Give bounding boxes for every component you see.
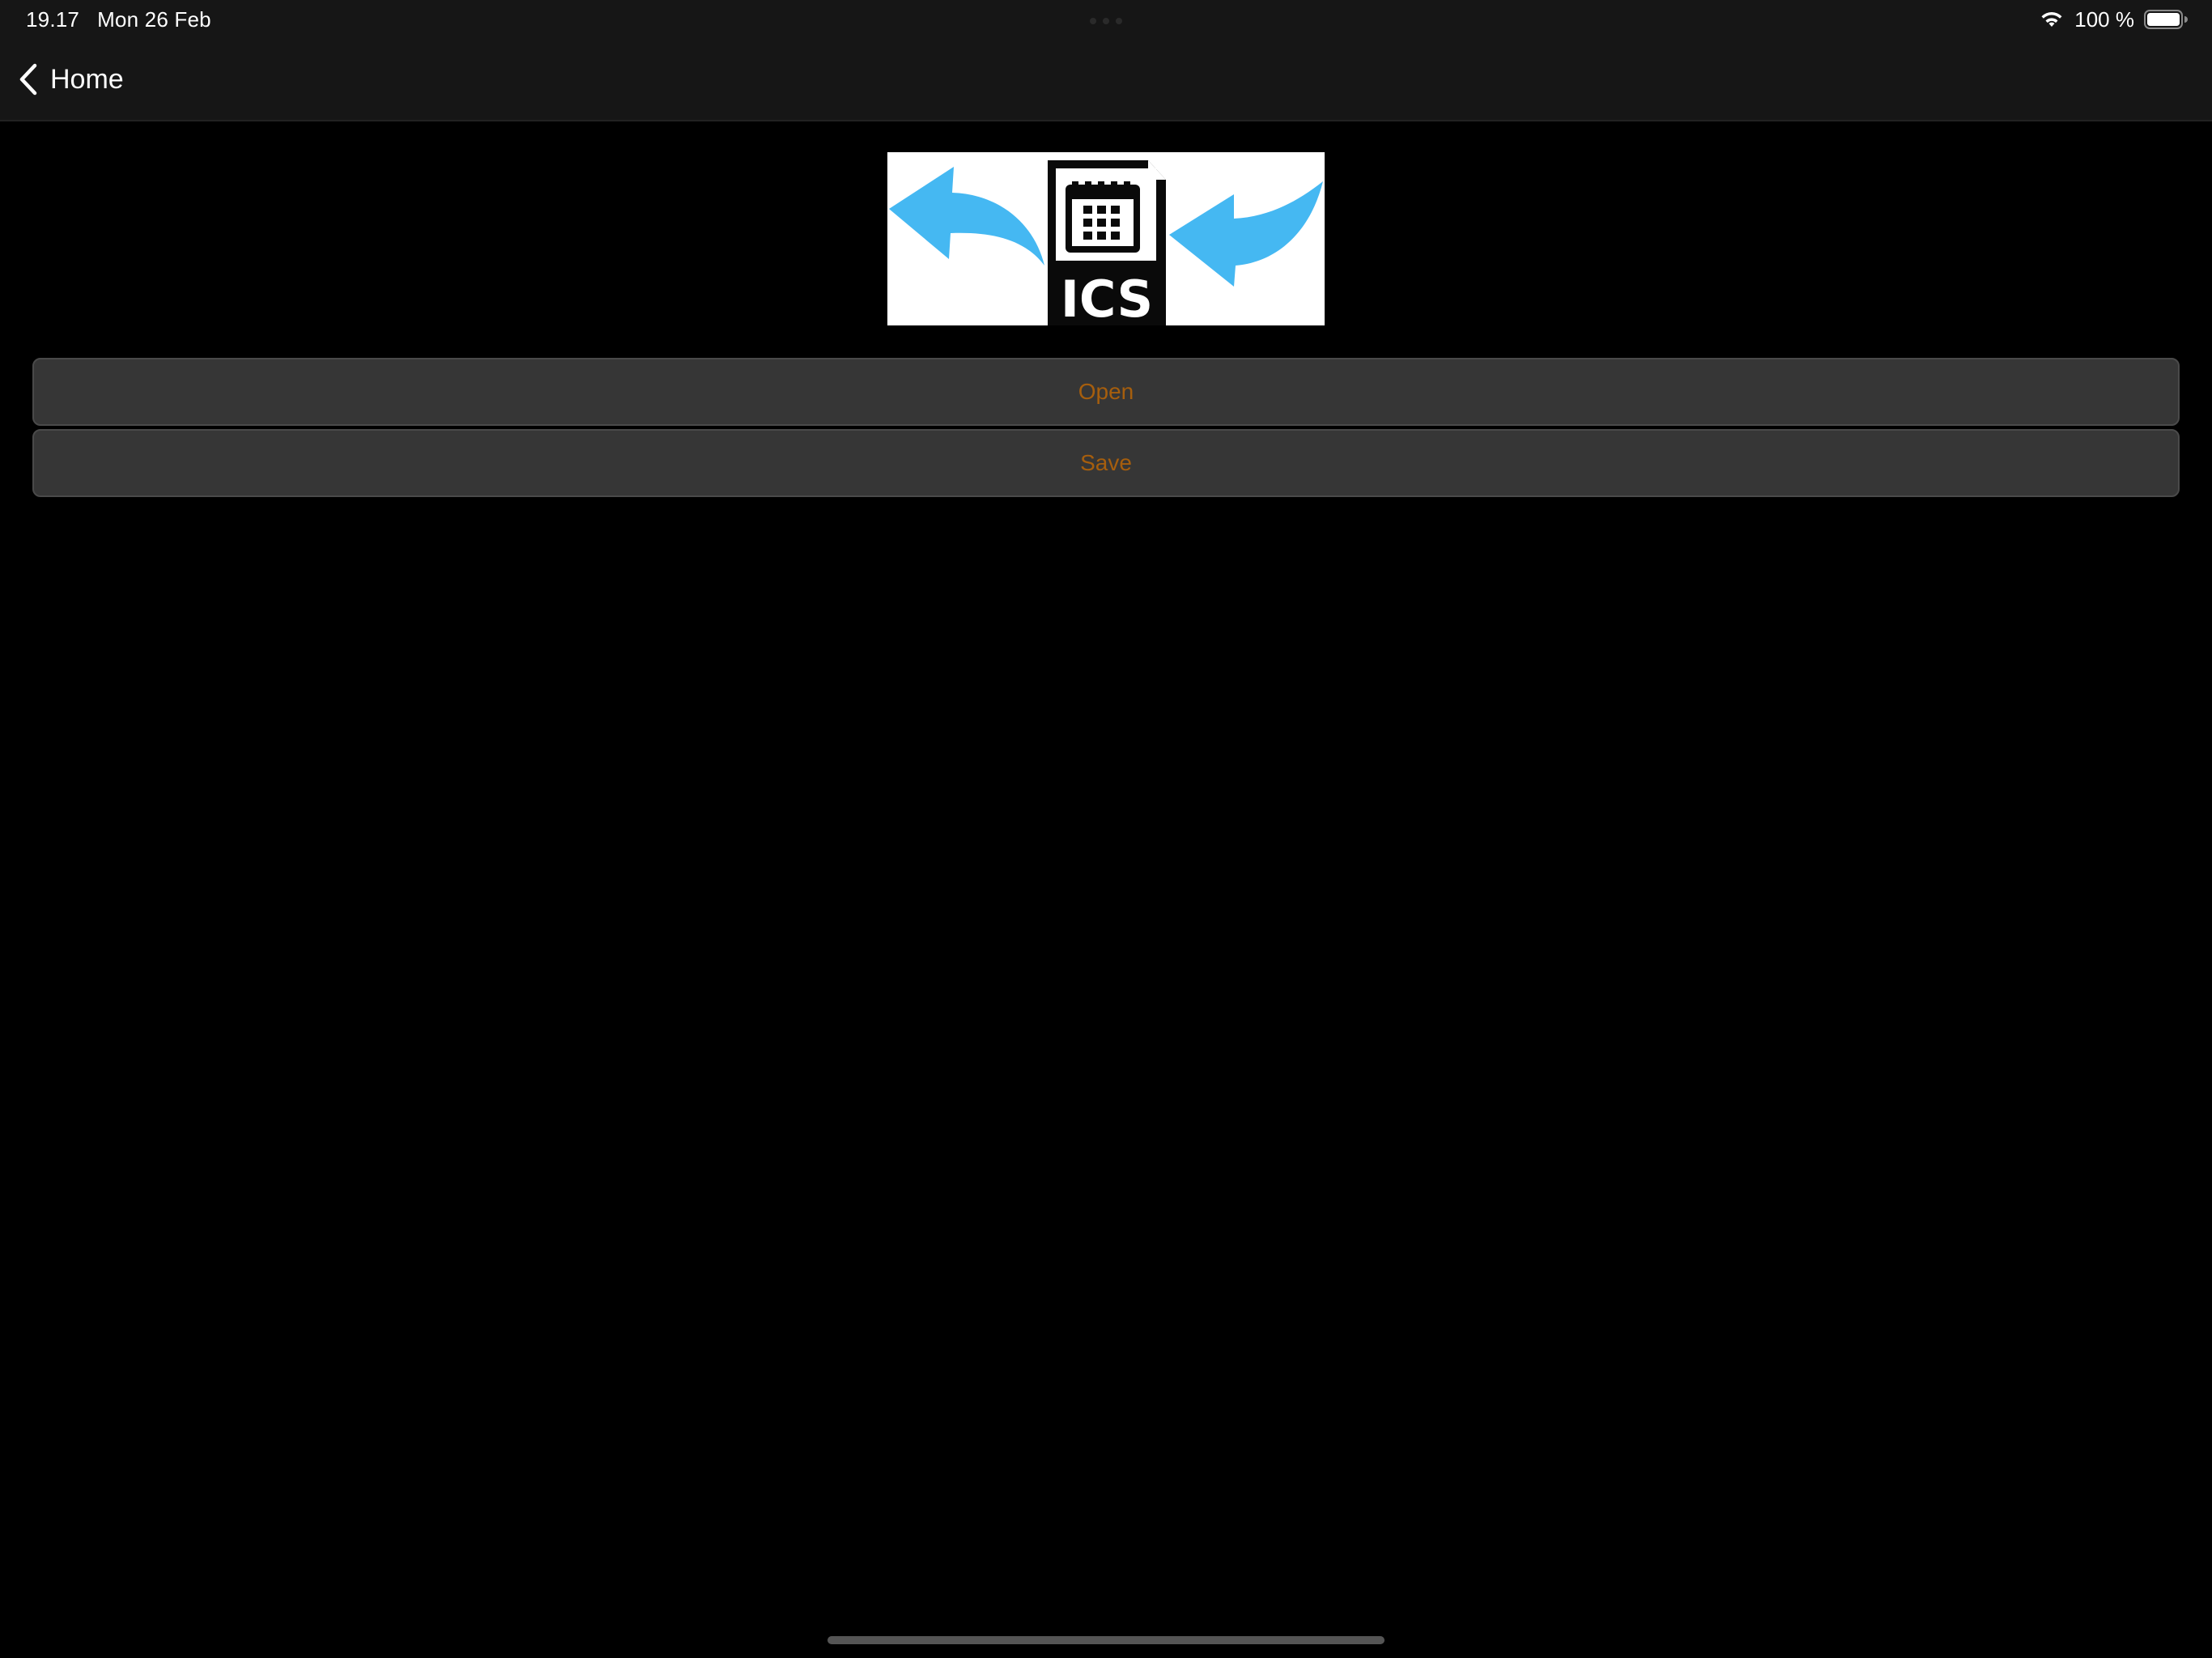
top-bar: 19.17 Mon 26 Feb 100 % Home	[0, 0, 2212, 121]
calendar-file-icon: ICS	[1048, 160, 1166, 325]
save-button[interactable]: Save	[32, 429, 2180, 497]
status-time: 19.17	[26, 6, 80, 32]
battery-percent: 100 %	[2074, 6, 2134, 32]
multitasking-dots-icon[interactable]	[1090, 18, 1122, 24]
back-button[interactable]: Home	[18, 58, 124, 100]
chevron-left-icon	[19, 63, 37, 96]
arrow-left-icon	[889, 167, 1044, 266]
status-bar-left: 19.17 Mon 26 Feb	[26, 5, 211, 34]
wifi-icon	[2041, 11, 2062, 27]
ics-logo-image: ICS	[887, 152, 1325, 325]
open-button[interactable]: Open	[32, 358, 2180, 426]
status-bar-right: 100 %	[2039, 5, 2188, 34]
arrow-left-icon	[1169, 181, 1323, 287]
home-indicator[interactable]	[827, 1636, 1385, 1644]
status-date: Mon 26 Feb	[97, 6, 211, 32]
screen: 19.17 Mon 26 Feb 100 % Home ICS Open Sav…	[0, 0, 2212, 1658]
logo-text: ICS	[1061, 270, 1153, 325]
battery-icon	[2144, 10, 2188, 29]
back-button-label: Home	[50, 63, 124, 95]
